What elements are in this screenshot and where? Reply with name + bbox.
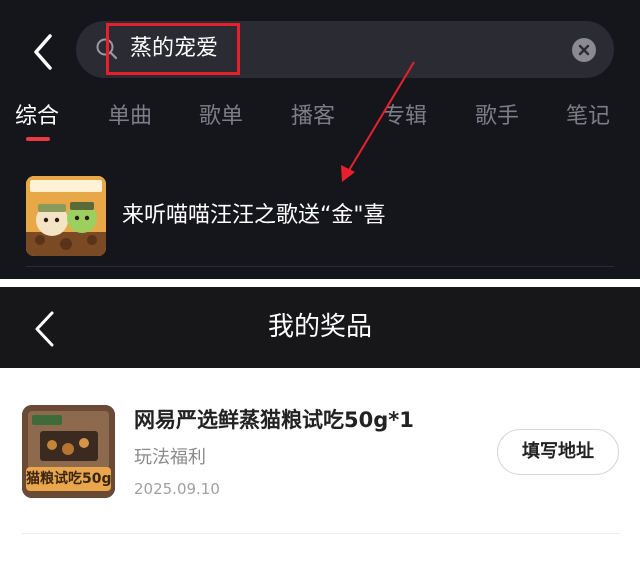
result-cover-image (26, 176, 106, 256)
fill-address-button[interactable]: 填写地址 (497, 429, 619, 475)
clear-icon[interactable] (572, 38, 596, 62)
screenshot-separator (0, 279, 640, 287)
tab-comprehensive[interactable]: 综合 (15, 100, 59, 134)
tab-artists[interactable]: 歌手 (475, 100, 519, 134)
active-tab-indicator (26, 137, 50, 141)
annotation-highlight-box (106, 23, 240, 75)
page-title: 我的奖品 (267, 312, 372, 342)
search-result-item[interactable]: 来听喵喵汪汪之歌送“金"喜 (26, 176, 614, 258)
thumbnail-label: 猫粮试吃50g (26, 467, 112, 491)
tab-playlists[interactable]: 歌单 (199, 100, 243, 134)
divider (26, 266, 614, 267)
tab-podcasts[interactable]: 播客 (291, 100, 335, 134)
divider (22, 533, 620, 534)
prize-date: 2025.09.10 (134, 480, 220, 498)
prize-header: 我的奖品 (0, 287, 640, 368)
prize-list: 猫粮试吃50g 网易严选鲜蒸猫粮试吃50g*1 玩法福利 2025.09.10 … (0, 368, 640, 583)
tab-songs[interactable]: 单曲 (108, 100, 152, 134)
search-tabs: 综合 单曲 歌单 播客 专辑 歌手 笔记 (0, 100, 640, 140)
prize-item: 猫粮试吃50g 网易严选鲜蒸猫粮试吃50g*1 玩法福利 2025.09.10 … (0, 368, 640, 534)
prize-thumbnail: 猫粮试吃50g (22, 405, 115, 498)
back-arrow-icon[interactable] (28, 32, 58, 72)
tab-albums[interactable]: 专辑 (383, 100, 427, 134)
search-screen: 蒸的宠爱 综合 单曲 歌单 播客 专辑 歌手 笔记 来听喵喵汪汪之歌送“金"喜 (0, 0, 640, 279)
result-title: 来听喵喵汪汪之歌送“金"喜 (122, 203, 386, 228)
close-icon (578, 44, 590, 56)
prize-name: 网易严选鲜蒸猫粮试吃50g*1 (134, 408, 414, 432)
tab-notes[interactable]: 笔记 (566, 100, 610, 134)
prize-category: 玩法福利 (134, 447, 206, 468)
